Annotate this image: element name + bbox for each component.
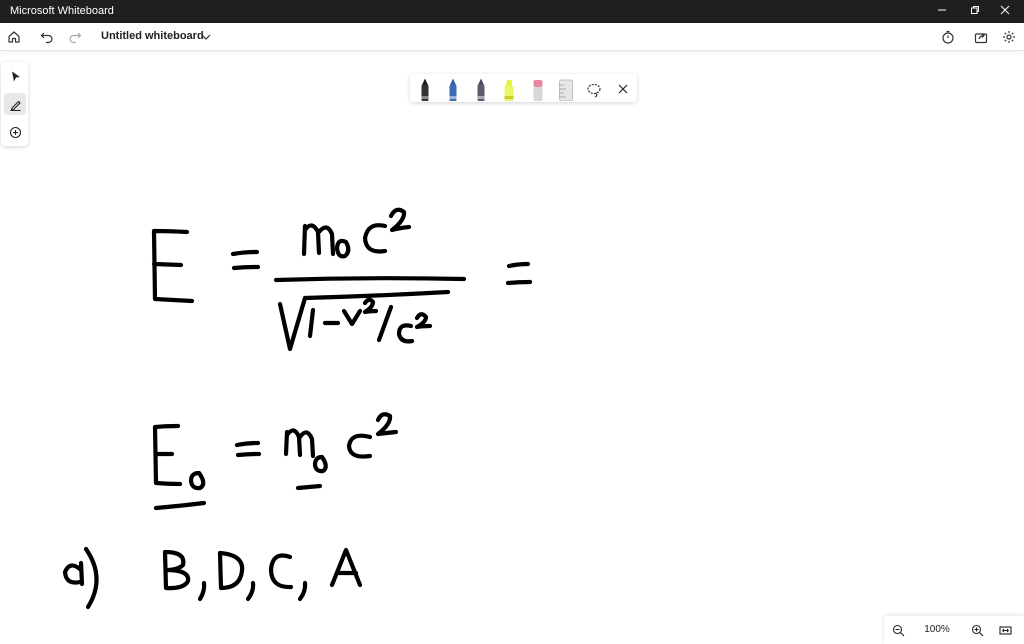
ink-stroke bbox=[505, 261, 533, 286]
redo-button[interactable] bbox=[64, 26, 86, 48]
close-window-button[interactable] bbox=[988, 0, 1022, 23]
ink-equation-1[interactable] bbox=[151, 207, 533, 352]
ink-stroke bbox=[230, 249, 261, 271]
ink-stroke bbox=[83, 546, 99, 610]
share-button[interactable] bbox=[970, 26, 992, 48]
ink-stroke bbox=[295, 483, 323, 491]
ink-stroke bbox=[396, 323, 415, 344]
title-bar: Microsoft Whiteboard bbox=[0, 0, 1024, 23]
restore-icon bbox=[971, 6, 979, 14]
gear-icon bbox=[1003, 31, 1015, 43]
ink-stroke bbox=[162, 549, 191, 591]
fit-screen-icon bbox=[998, 625, 1012, 635]
undo-icon bbox=[40, 32, 53, 44]
ink-stroke bbox=[375, 412, 399, 437]
ink-stroke bbox=[376, 304, 394, 343]
minimize-button[interactable] bbox=[925, 0, 959, 23]
home-icon bbox=[8, 31, 20, 43]
ink-stroke bbox=[268, 553, 294, 590]
ink-answer[interactable] bbox=[62, 546, 363, 610]
share-icon bbox=[974, 33, 988, 44]
ink-stroke bbox=[62, 560, 85, 587]
ink-stroke bbox=[152, 423, 183, 487]
zoom-controls: 100% bbox=[884, 616, 1024, 644]
undo-button[interactable] bbox=[36, 26, 58, 48]
ink-stroke bbox=[414, 312, 433, 330]
fit-to-screen-button[interactable] bbox=[996, 621, 1014, 639]
ink-stroke bbox=[346, 433, 373, 459]
ink-stroke bbox=[307, 307, 316, 339]
ink-stroke bbox=[297, 580, 308, 602]
redo-icon bbox=[69, 32, 82, 44]
board-title[interactable]: Untitled whiteboard bbox=[101, 30, 204, 42]
ink-stroke bbox=[153, 500, 207, 511]
settings-button[interactable] bbox=[998, 26, 1020, 48]
ink-stroke bbox=[334, 238, 351, 259]
ink-stroke bbox=[329, 547, 363, 588]
app-bar: Untitled whiteboard bbox=[0, 23, 1024, 51]
zoom-out-button[interactable] bbox=[889, 621, 907, 639]
ink-stroke bbox=[245, 580, 256, 602]
zoom-out-icon bbox=[892, 624, 904, 636]
ink-stroke bbox=[234, 440, 262, 458]
ink-stroke bbox=[188, 470, 206, 491]
ink-stroke bbox=[301, 223, 336, 257]
close-icon bbox=[1000, 5, 1010, 15]
ink-stroke bbox=[362, 297, 379, 315]
ink-stroke bbox=[312, 454, 328, 474]
window-title: Microsoft Whiteboard bbox=[10, 5, 114, 17]
ink-stroke bbox=[197, 580, 207, 602]
ink-stroke bbox=[341, 308, 363, 327]
whiteboard-canvas[interactable] bbox=[0, 52, 1024, 644]
ink-stroke bbox=[283, 428, 316, 459]
restore-button[interactable] bbox=[958, 0, 992, 23]
ink-equation-2[interactable] bbox=[152, 412, 399, 511]
ink-stroke bbox=[151, 228, 195, 304]
home-button[interactable] bbox=[3, 26, 25, 48]
chevron-down-icon[interactable] bbox=[199, 30, 213, 44]
ink-stroke bbox=[217, 550, 245, 591]
zoom-in-button[interactable] bbox=[968, 621, 986, 639]
ink-stroke bbox=[273, 276, 467, 283]
zoom-level[interactable]: 100% bbox=[922, 624, 952, 635]
timer-icon bbox=[942, 30, 954, 44]
timer-button[interactable] bbox=[937, 26, 959, 48]
minimize-icon bbox=[938, 9, 946, 11]
ink-stroke bbox=[362, 223, 388, 254]
zoom-in-icon bbox=[971, 624, 983, 636]
ink-stroke bbox=[388, 207, 412, 233]
